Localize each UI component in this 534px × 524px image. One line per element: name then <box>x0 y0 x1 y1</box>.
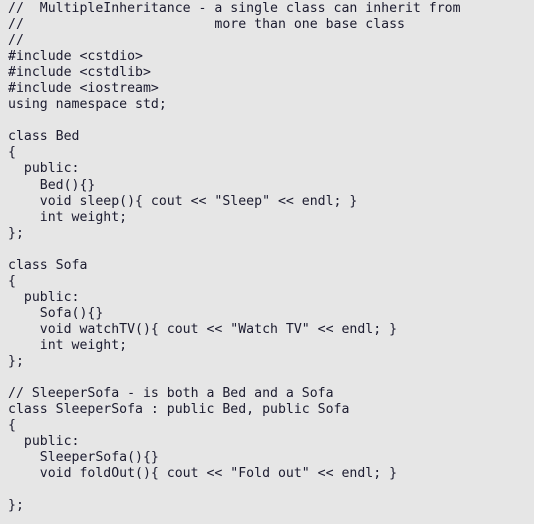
code-line: class Sofa <box>8 257 88 273</box>
code-line: { <box>8 145 16 161</box>
code-line: public: <box>8 161 80 177</box>
code-line: class SleeperSofa : public Bed, public S… <box>8 402 350 418</box>
code-line: void foldOut(){ cout << "Fold out" << en… <box>8 466 398 482</box>
code-line: Bed(){} <box>8 177 96 193</box>
code-line: }; <box>8 225 24 241</box>
code-line: public: <box>8 289 80 305</box>
code-line: int weight; <box>8 337 128 353</box>
code-line: SleeperSofa(){} <box>8 450 159 466</box>
code-line: #include <iostream> <box>8 81 159 97</box>
code-line: // MultipleInheritance - a single class … <box>8 1 461 16</box>
code-line: #include <cstdlib> <box>8 65 151 81</box>
code-line: int weight; <box>8 209 128 225</box>
code-line: // more than one base class <box>8 17 405 33</box>
code-line: void watchTV(){ cout << "Watch TV" << en… <box>8 321 398 337</box>
code-line: }; <box>8 354 24 370</box>
code-line: // SleeperSofa - is both a Bed and a Sof… <box>8 386 334 402</box>
code-line: Sofa(){} <box>8 305 104 321</box>
code-line: #include <cstdio> <box>8 49 143 65</box>
code-line: // <box>8 33 24 49</box>
code-line: class Bed <box>8 129 80 145</box>
code-line: using namespace std; <box>8 97 167 113</box>
code-line: { <box>8 418 16 434</box>
code-line: void sleep(){ cout << "Sleep" << endl; } <box>8 193 358 209</box>
code-listing: // MultipleInheritance - a single class … <box>0 0 534 524</box>
code-line: { <box>8 273 16 289</box>
code-line: public: <box>8 434 80 450</box>
code-line: }; <box>8 498 24 514</box>
